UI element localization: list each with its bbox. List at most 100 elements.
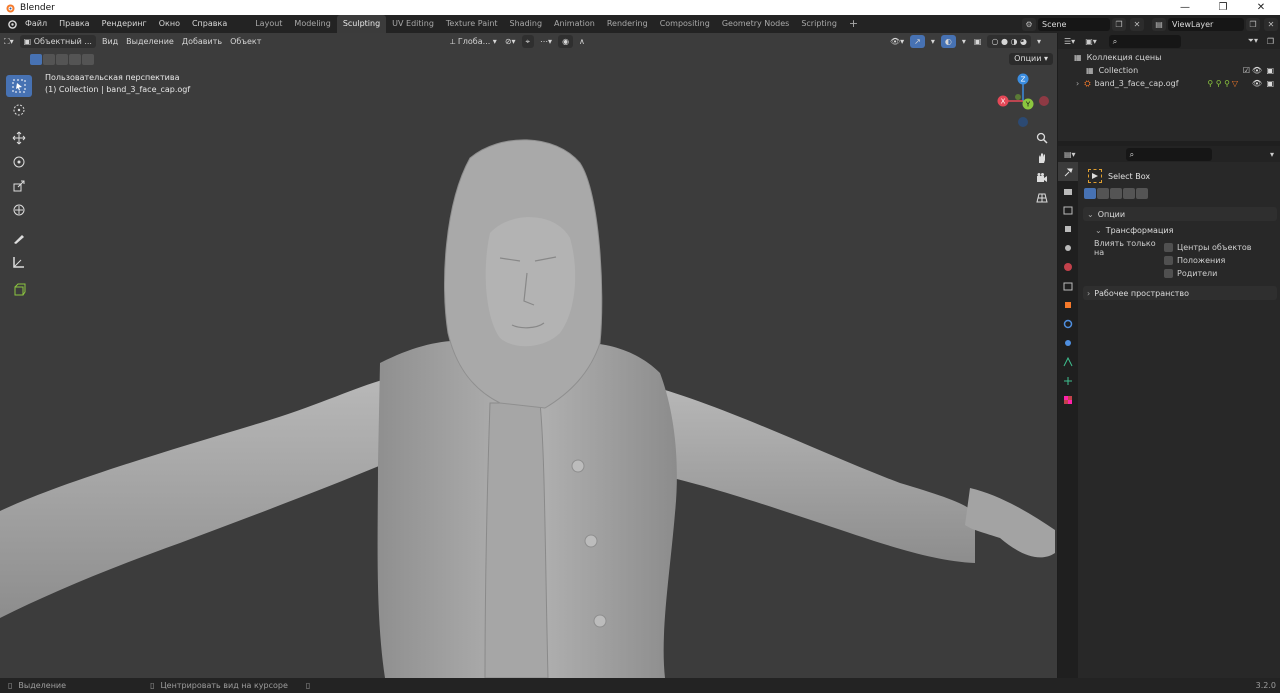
outliner-item-collection[interactable]: ▦ Collection ☑ 👁 ▣ bbox=[1058, 64, 1280, 77]
properties-editor-icon[interactable]: ▤▾ bbox=[1064, 150, 1076, 159]
affect-parents-checkbox[interactable] bbox=[1164, 269, 1173, 278]
tab-texture-icon[interactable] bbox=[1058, 390, 1078, 409]
tab-scripting[interactable]: Scripting bbox=[795, 15, 843, 33]
tab-sculpting[interactable]: Sculpting bbox=[336, 15, 387, 33]
tab-scene-icon[interactable] bbox=[1058, 238, 1078, 257]
rotate-tool-icon[interactable] bbox=[6, 151, 32, 173]
view-layer-field[interactable]: ViewLayer bbox=[1168, 17, 1244, 31]
new-scene-icon[interactable]: ❐ bbox=[1112, 17, 1126, 31]
tab-collection-icon[interactable] bbox=[1058, 276, 1078, 295]
tab-view-layer-icon[interactable] bbox=[1058, 219, 1078, 238]
measure-tool-icon[interactable] bbox=[6, 251, 32, 273]
tab-animation[interactable]: Animation bbox=[548, 15, 601, 33]
tab-uv-editing[interactable]: UV Editing bbox=[386, 15, 440, 33]
add-cube-tool-icon[interactable] bbox=[6, 279, 32, 301]
scale-tool-icon[interactable] bbox=[6, 175, 32, 197]
delete-view-layer-icon[interactable]: ✕ bbox=[1264, 17, 1278, 31]
select-extend-icon[interactable] bbox=[43, 54, 55, 65]
tab-layout[interactable]: Layout bbox=[249, 15, 288, 33]
falloff-icon[interactable]: ∧ bbox=[575, 35, 589, 48]
select-new-icon[interactable] bbox=[30, 54, 42, 65]
tab-particles-icon[interactable] bbox=[1058, 333, 1078, 352]
gizmo-dropdown-icon[interactable]: ▾ bbox=[927, 35, 939, 48]
3d-viewport[interactable]: ⛶▾ ▣ Объектный ... Вид Выделение Добавит… bbox=[0, 33, 1057, 678]
scene-icon[interactable]: ⚙ bbox=[1022, 17, 1036, 31]
tool-select-intersect-icon[interactable] bbox=[1136, 188, 1148, 199]
tab-geometry-nodes[interactable]: Geometry Nodes bbox=[716, 15, 795, 33]
menu-edit[interactable]: Правка bbox=[53, 15, 95, 33]
display-mode-icon[interactable]: ▣▾ bbox=[1085, 37, 1097, 46]
tab-texture-paint[interactable]: Texture Paint bbox=[440, 15, 504, 33]
collection-checkbox-icon[interactable]: ☑ bbox=[1243, 66, 1250, 75]
tab-rendering[interactable]: Rendering bbox=[601, 15, 654, 33]
navigation-gizmo[interactable]: Z X Y bbox=[994, 69, 1054, 129]
shading-mode-group[interactable]: ○ ● ◑ ◕ bbox=[987, 35, 1032, 48]
properties-options-icon[interactable]: ▾ bbox=[1270, 150, 1274, 159]
maximize-button[interactable]: ❐ bbox=[1204, 0, 1242, 15]
select-subtract-icon[interactable] bbox=[56, 54, 68, 65]
select-invert-icon[interactable] bbox=[69, 54, 81, 65]
tool-select-subtract-icon[interactable] bbox=[1110, 188, 1122, 199]
workspace-panel-header[interactable]: › Рабочее пространство bbox=[1083, 286, 1277, 300]
perspective-toggle-icon[interactable] bbox=[1033, 189, 1051, 207]
new-view-layer-icon[interactable]: ❐ bbox=[1246, 17, 1260, 31]
pivot-point-icon[interactable]: ⊘▾ bbox=[501, 35, 520, 48]
tool-select-invert-icon[interactable] bbox=[1123, 188, 1135, 199]
tab-object-icon[interactable] bbox=[1058, 295, 1078, 314]
gizmo-toggle-icon[interactable]: ↗ bbox=[910, 35, 925, 48]
object-eye-icon[interactable]: 👁 bbox=[1252, 79, 1262, 88]
xray-icon[interactable]: ▣ bbox=[970, 35, 986, 48]
tab-render-icon[interactable] bbox=[1058, 181, 1078, 200]
view-layer-icon[interactable]: ▤ bbox=[1152, 17, 1166, 31]
zoom-icon[interactable] bbox=[1033, 129, 1051, 147]
tab-output-icon[interactable] bbox=[1058, 200, 1078, 219]
filter-icon[interactable]: ⏷▾ bbox=[1248, 36, 1258, 46]
tab-compositing[interactable]: Compositing bbox=[654, 15, 716, 33]
visibility-icon[interactable]: 👁▾ bbox=[886, 35, 908, 48]
tab-shading[interactable]: Shading bbox=[504, 15, 549, 33]
move-tool-icon[interactable] bbox=[6, 127, 32, 149]
annotate-tool-icon[interactable] bbox=[6, 227, 32, 249]
outliner-item-object[interactable]: › ⛭ band_3_face_cap.ogf ⚲ ⚲ ⚲ ▽ 👁 ▣ bbox=[1058, 77, 1280, 90]
blender-menu-icon[interactable] bbox=[5, 17, 19, 31]
close-button[interactable]: ✕ bbox=[1242, 0, 1280, 15]
menu-add[interactable]: Добавить bbox=[178, 35, 226, 48]
outliner-search-input[interactable]: ⌕ bbox=[1108, 34, 1181, 48]
editor-type-icon[interactable]: ⛶▾ bbox=[0, 35, 18, 48]
add-workspace-button[interactable]: + bbox=[843, 15, 864, 33]
expand-arrow-icon[interactable]: › bbox=[1076, 79, 1079, 88]
properties-search-input[interactable]: ⌕ bbox=[1125, 147, 1212, 161]
overlay-toggle-icon[interactable]: ◐ bbox=[940, 35, 956, 48]
minimize-button[interactable]: — bbox=[1166, 0, 1204, 15]
outliner-editor-icon[interactable]: ☰▾ bbox=[1064, 37, 1075, 46]
scene-field[interactable]: Scene bbox=[1038, 17, 1110, 31]
menu-select[interactable]: Выделение bbox=[122, 35, 178, 48]
proportional-edit-icon[interactable]: ◉ bbox=[558, 35, 574, 48]
options-dropdown[interactable]: Опции ▾ bbox=[1009, 53, 1053, 65]
tab-tool-icon[interactable] bbox=[1058, 162, 1078, 181]
menu-file[interactable]: Файл bbox=[19, 15, 53, 33]
object-camera-icon[interactable]: ▣ bbox=[1266, 79, 1274, 88]
menu-view[interactable]: Вид bbox=[98, 35, 122, 48]
collection-camera-icon[interactable]: ▣ bbox=[1266, 66, 1274, 75]
pan-hand-icon[interactable] bbox=[1033, 149, 1051, 167]
overlay-dropdown-icon[interactable]: ▾ bbox=[958, 35, 970, 48]
select-box-tool-icon[interactable] bbox=[6, 75, 32, 97]
menu-object[interactable]: Объект bbox=[226, 35, 265, 48]
tab-modeling[interactable]: Modeling bbox=[288, 15, 336, 33]
tab-constraints-icon[interactable] bbox=[1058, 371, 1078, 390]
new-collection-icon[interactable]: ❐ bbox=[1267, 37, 1274, 46]
snap-target-icon[interactable]: ⋯▾ bbox=[536, 35, 556, 48]
menu-render[interactable]: Рендеринг bbox=[96, 15, 153, 33]
affect-locations-checkbox[interactable] bbox=[1164, 256, 1173, 265]
transform-subpanel-header[interactable]: ⌄ Трансформация bbox=[1083, 223, 1277, 237]
options-panel-header[interactable]: ⌄ Опции bbox=[1083, 207, 1277, 221]
transform-orientation-dropdown[interactable]: ⟂ Глоба... ▾ bbox=[446, 35, 501, 48]
mode-dropdown[interactable]: ▣ Объектный ... bbox=[19, 35, 96, 48]
outliner-scene-collection[interactable]: ▦ Коллекция сцены bbox=[1058, 51, 1280, 64]
collection-eye-icon[interactable]: 👁 bbox=[1252, 66, 1262, 75]
affect-origins-checkbox[interactable] bbox=[1164, 243, 1173, 252]
transform-tool-icon[interactable] bbox=[6, 199, 32, 221]
tool-select-new-icon[interactable] bbox=[1084, 188, 1096, 199]
camera-view-icon[interactable] bbox=[1033, 169, 1051, 187]
